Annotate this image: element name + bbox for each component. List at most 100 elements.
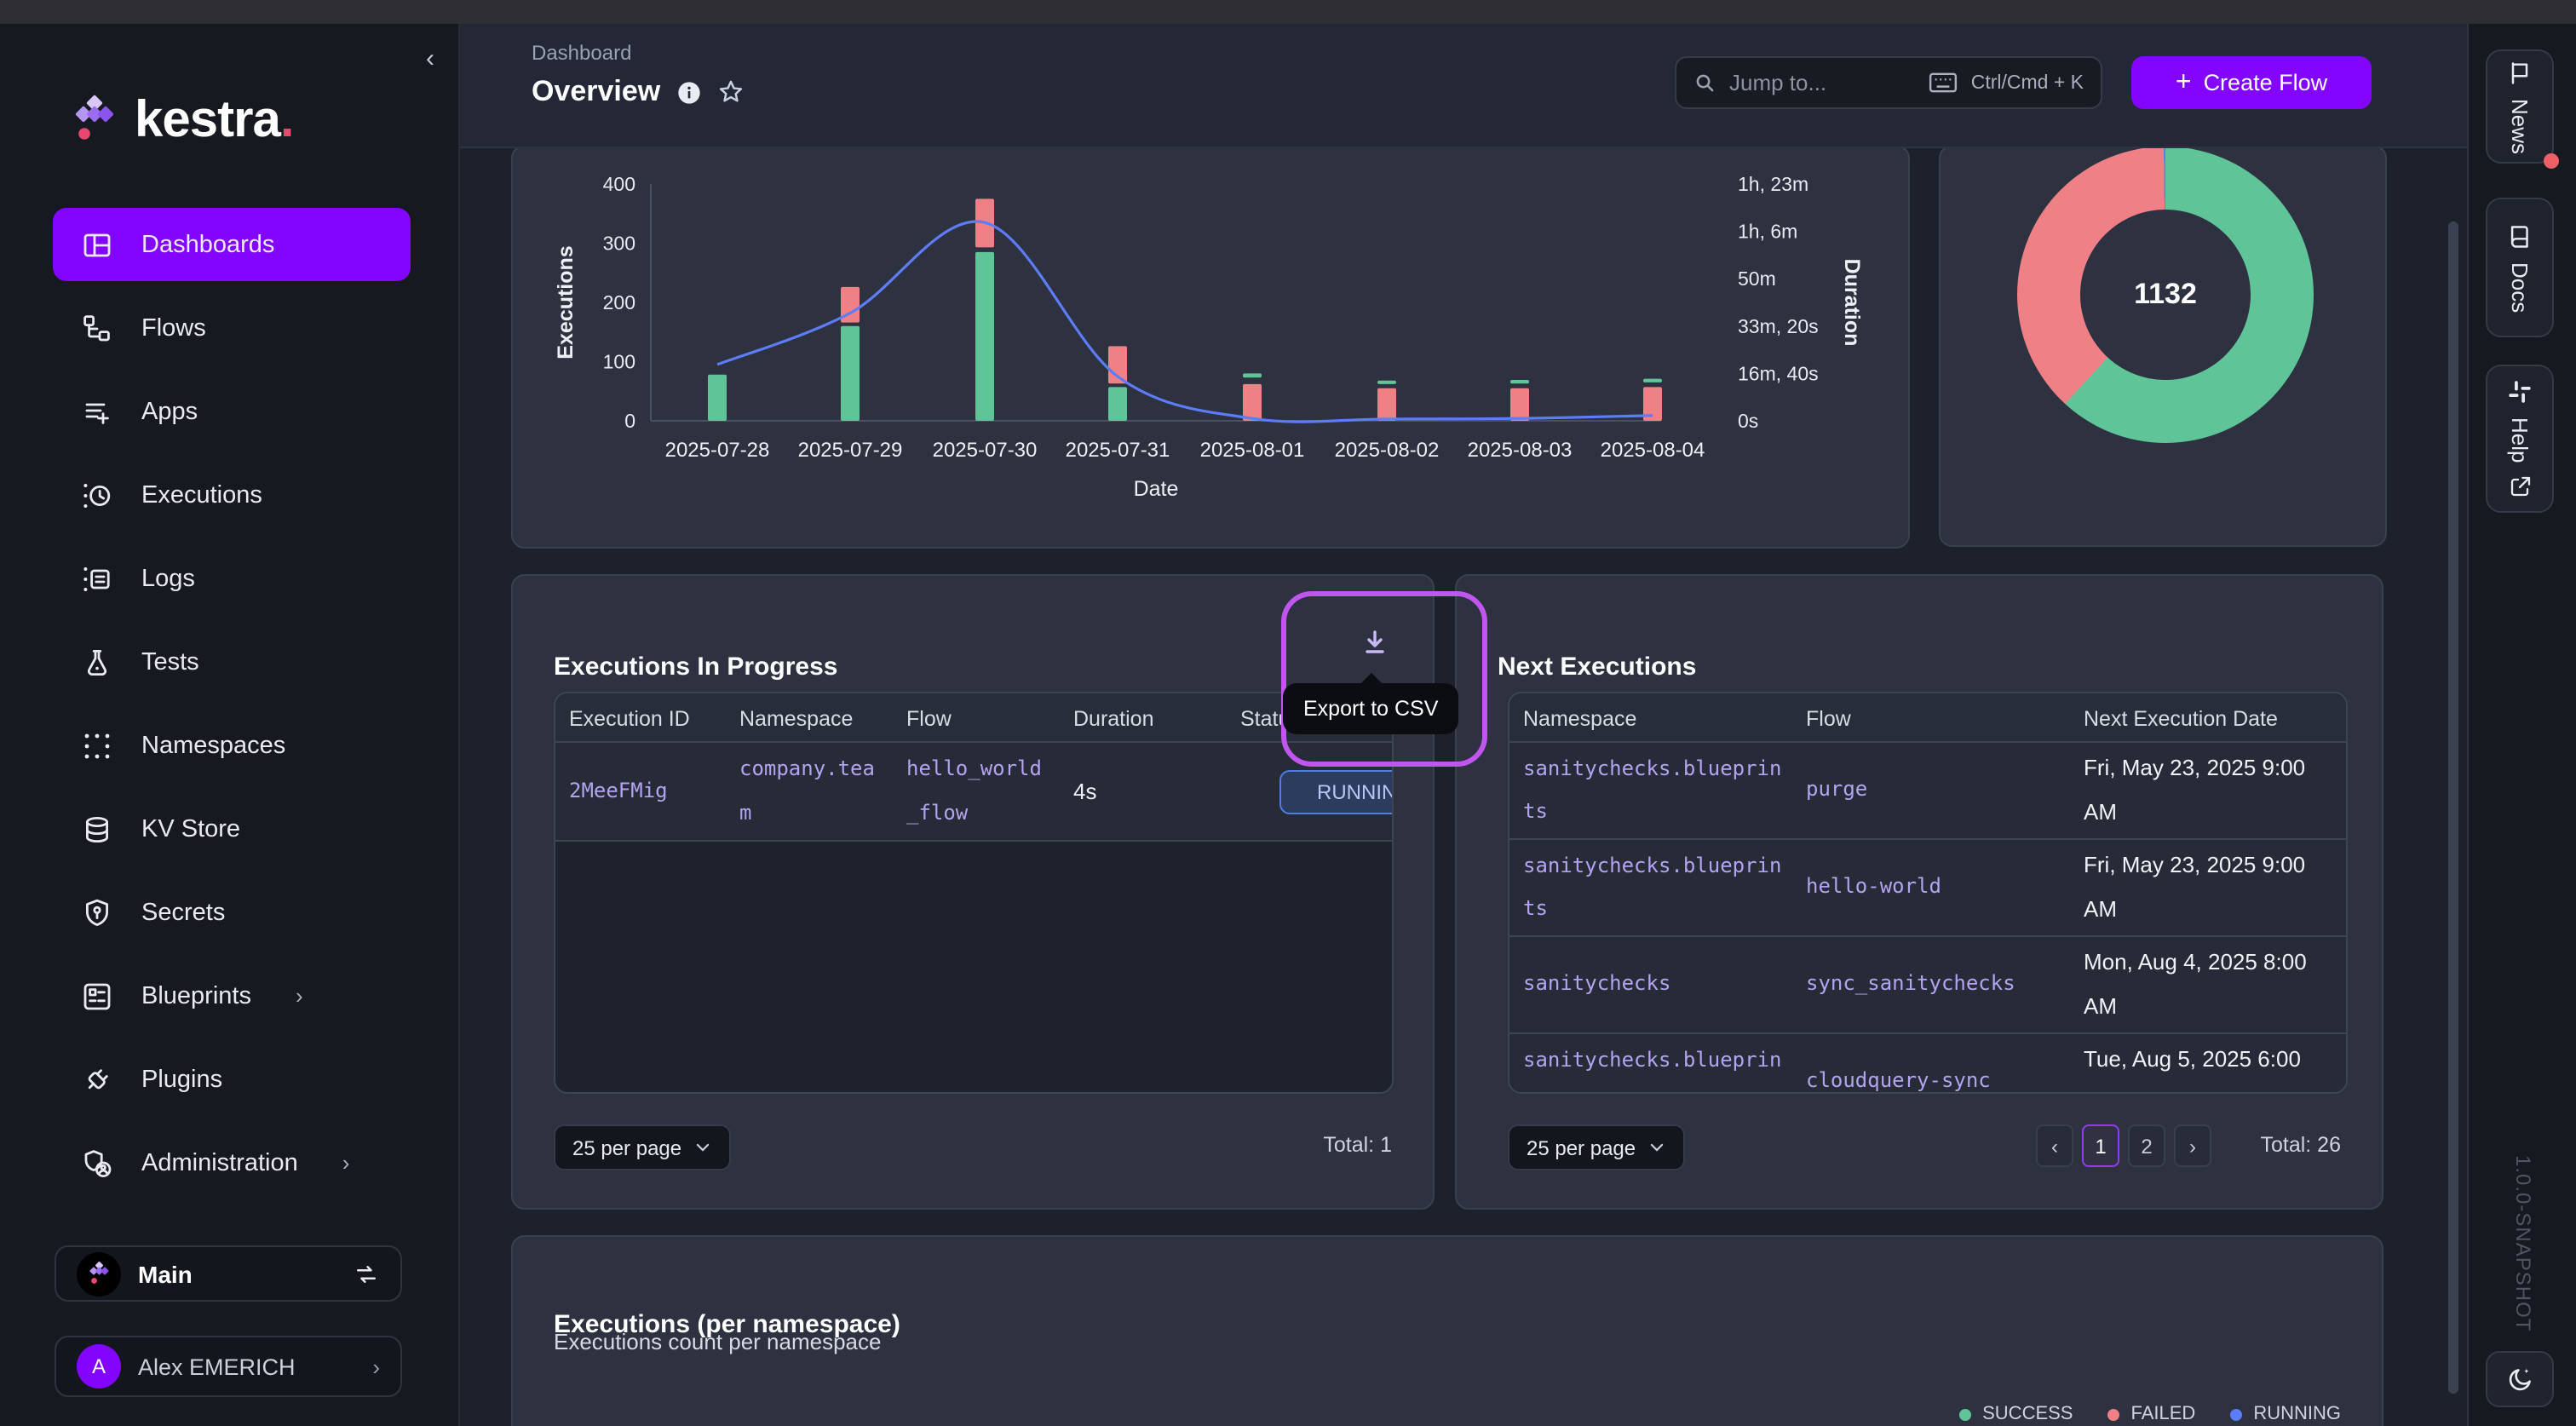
sidebar-item-namespaces[interactable]: Namespaces bbox=[53, 709, 411, 782]
user-avatar: A bbox=[77, 1344, 121, 1389]
namespace-link[interactable]: sanitychecks bbox=[1523, 937, 1782, 1032]
column-header[interactable]: Flow bbox=[1806, 693, 2070, 743]
chart-legend: SUCCESS FAILED RUNNING bbox=[1958, 1404, 2341, 1424]
chevron-down-icon bbox=[1647, 1138, 1666, 1157]
next-execution-date: Mon, Aug 4, 2025 8:00 AM bbox=[2084, 937, 2336, 1032]
svg-text:200: 200 bbox=[603, 291, 635, 313]
legend-item-running[interactable]: RUNNING bbox=[2229, 1404, 2341, 1424]
switch-tenant-icon[interactable] bbox=[353, 1260, 380, 1287]
flow-link[interactable]: purge bbox=[1806, 743, 2061, 838]
sidebar-item-apps[interactable]: Apps bbox=[53, 375, 411, 448]
sidebar-item-tests[interactable]: Tests bbox=[53, 625, 411, 699]
user-menu[interactable]: A Alex EMERICH › bbox=[55, 1336, 402, 1397]
panel-title: Next Executions bbox=[1498, 653, 1696, 681]
status-badge[interactable]: RUNNING bbox=[1279, 769, 1394, 814]
chevron-right-icon: › bbox=[342, 1150, 350, 1176]
page-button-2[interactable]: 2 bbox=[2128, 1124, 2165, 1167]
svg-text:Executions: Executions bbox=[554, 245, 578, 359]
sidebar-item-flows[interactable]: Flows bbox=[53, 291, 411, 365]
breadcrumb[interactable]: Dashboard bbox=[532, 41, 631, 65]
tests-icon bbox=[82, 647, 112, 677]
column-header[interactable]: Namespace bbox=[739, 693, 900, 743]
column-header[interactable]: Next Execution Date bbox=[2084, 693, 2336, 743]
kvstore-icon bbox=[82, 814, 112, 844]
total-count: Total: 1 bbox=[1323, 1133, 1392, 1157]
column-header[interactable]: Flow bbox=[906, 693, 1067, 743]
executions-timeline-chart[interactable]: 40030020010001h, 23m1h, 6m50m33m, 20s16m… bbox=[513, 148, 1908, 547]
page-title: Overview bbox=[532, 75, 660, 109]
sidebar-item-secrets[interactable]: Secrets bbox=[53, 876, 411, 949]
keyboard-icon bbox=[1929, 72, 1958, 94]
svg-text:0: 0 bbox=[624, 410, 635, 432]
create-flow-button[interactable]: + Create Flow bbox=[2131, 56, 2372, 109]
svg-text:Duration: Duration bbox=[1840, 259, 1864, 347]
rail-tab-news[interactable]: News bbox=[2486, 49, 2554, 164]
namespace-link[interactable]: sanitychecks.blueprints bbox=[1523, 743, 1782, 838]
flow-link[interactable]: hello_world_flow bbox=[906, 743, 1053, 840]
namespace-link[interactable]: sanitychecks.blueprints bbox=[1523, 1034, 1782, 1094]
page-button-1[interactable]: 1 bbox=[2082, 1124, 2119, 1167]
table-row[interactable]: sanitychecks.blueprints purge Fri, May 2… bbox=[1509, 743, 2346, 840]
favorite-star-icon[interactable] bbox=[716, 78, 744, 106]
namespace-link[interactable]: company.team bbox=[739, 743, 883, 840]
sidebar-item-dashboards[interactable]: Dashboards bbox=[53, 208, 411, 281]
theme-toggle-button[interactable] bbox=[2486, 1351, 2554, 1407]
table-row[interactable]: sanitychecks sync_sanitychecks Mon, Aug … bbox=[1509, 937, 2346, 1034]
legend-item-failed[interactable]: FAILED bbox=[2107, 1404, 2196, 1424]
prev-page-button[interactable]: ‹ bbox=[2036, 1124, 2073, 1167]
sidebar-item-label: Namespaces bbox=[141, 732, 285, 759]
flow-link[interactable]: hello-world bbox=[1806, 840, 2061, 935]
sidebar-item-administration[interactable]: Administration › bbox=[53, 1126, 411, 1199]
notification-dot bbox=[2544, 153, 2559, 169]
chevron-down-icon bbox=[693, 1138, 712, 1157]
namespace-link[interactable]: sanitychecks.blueprints bbox=[1523, 840, 1782, 935]
blueprints-icon bbox=[82, 980, 112, 1011]
sidebar-item-kv-store[interactable]: KV Store bbox=[53, 792, 411, 865]
search-placeholder: Jump to... bbox=[1729, 70, 1915, 95]
sidebar-item-plugins[interactable]: Plugins bbox=[53, 1043, 411, 1116]
svg-text:16m, 40s: 16m, 40s bbox=[1738, 362, 1819, 384]
sidebar-item-executions[interactable]: Executions bbox=[53, 458, 411, 532]
table-header: Execution IDNamespaceFlowDurationStatus bbox=[555, 693, 1392, 743]
panel-subtitle: Executions count per namespace bbox=[554, 1329, 881, 1354]
flow-link[interactable]: cloudquery-sync bbox=[1806, 1034, 2061, 1094]
svg-text:1h, 6m: 1h, 6m bbox=[1738, 221, 1797, 243]
svg-text:50m: 50m bbox=[1738, 267, 1776, 290]
tenant-selector[interactable]: Main bbox=[55, 1245, 402, 1302]
kestra-logo: kestra. bbox=[68, 92, 294, 150]
legend-item-success[interactable]: SUCCESS bbox=[1958, 1404, 2073, 1424]
sidebar: ‹ kestra. Dashboards Flows Apps Executions L… bbox=[0, 24, 460, 1426]
tenant-logo-icon bbox=[77, 1251, 121, 1296]
scrollbar-thumb[interactable] bbox=[2448, 221, 2458, 1394]
svg-text:400: 400 bbox=[603, 173, 635, 195]
column-header[interactable]: Duration bbox=[1073, 693, 1233, 743]
sidebar-item-logs[interactable]: Logs bbox=[53, 542, 411, 615]
sidebar-item-label: KV Store bbox=[141, 815, 240, 842]
administration-icon bbox=[82, 1147, 112, 1178]
export-csv-icon[interactable] bbox=[1360, 627, 1390, 658]
executions-icon bbox=[82, 480, 112, 510]
jump-to-search[interactable]: Jump to... Ctrl/Cmd + K bbox=[1675, 56, 2102, 109]
table-row[interactable]: 2MeeFMig company.team hello_world_flow 4… bbox=[555, 743, 1392, 842]
execution-id-link[interactable]: 2MeeFMig bbox=[569, 743, 726, 840]
column-header[interactable]: Namespace bbox=[1523, 693, 1796, 743]
column-header[interactable]: Execution ID bbox=[569, 693, 733, 743]
sidebar-item-label: Plugins bbox=[141, 1066, 222, 1093]
rail-tab-help[interactable]: Help bbox=[2486, 365, 2554, 513]
sidebar-item-label: Administration bbox=[141, 1149, 298, 1176]
executions-donut-chart[interactable]: 1132 bbox=[2017, 148, 2314, 443]
per-page-dropdown[interactable]: 25 per page bbox=[1508, 1124, 1685, 1170]
per-page-dropdown[interactable]: 25 per page bbox=[554, 1124, 731, 1170]
table-row[interactable]: sanitychecks.blueprints hello-world Fri,… bbox=[1509, 840, 2346, 937]
next-execution-date: Tue, Aug 5, 2025 6:00 AM bbox=[2084, 1034, 2336, 1094]
sidebar-collapse-button[interactable]: ‹ bbox=[426, 44, 434, 73]
rail-tab-docs[interactable]: Docs bbox=[2486, 198, 2554, 337]
table-header: NamespaceFlow Next Execution Date bbox=[1509, 693, 2346, 743]
next-page-button[interactable]: › bbox=[2174, 1124, 2211, 1167]
export-tooltip: Export to CSV bbox=[1283, 683, 1458, 734]
info-icon[interactable] bbox=[676, 79, 701, 105]
table-row[interactable]: sanitychecks.blueprints cloudquery-sync … bbox=[1509, 1034, 2346, 1094]
plus-icon: + bbox=[2176, 67, 2192, 98]
flow-link[interactable]: sync_sanitychecks bbox=[1806, 937, 2061, 1032]
sidebar-item-blueprints[interactable]: Blueprints› bbox=[53, 959, 411, 1032]
